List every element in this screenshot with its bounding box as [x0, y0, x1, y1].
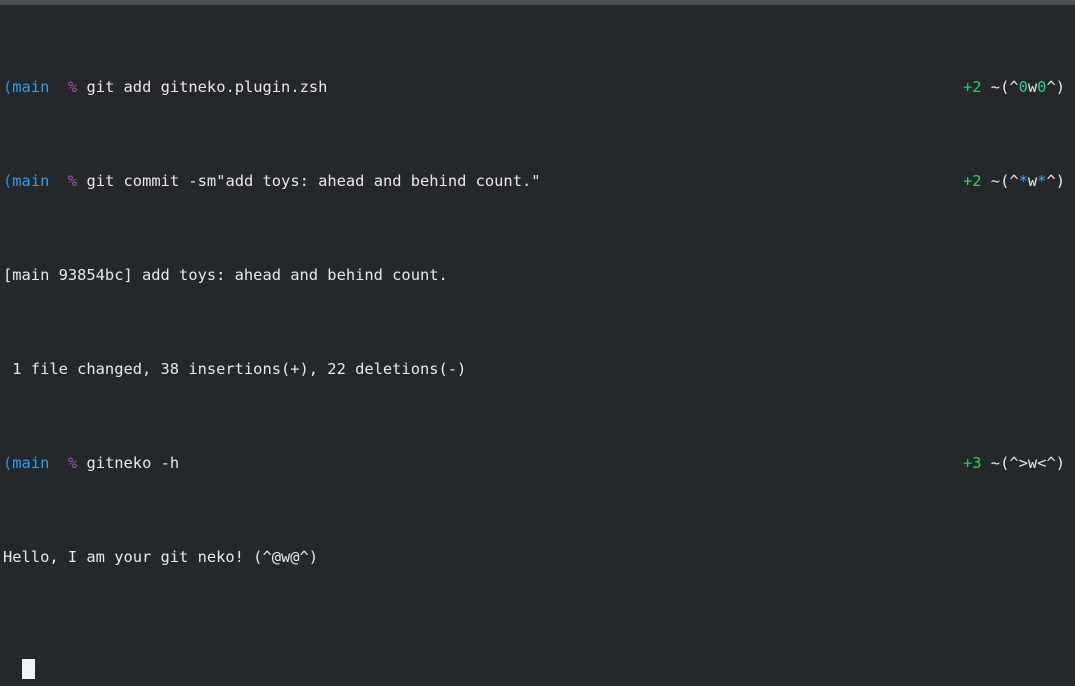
prompt-symbol: %	[67, 172, 78, 191]
neko-face-mid: w	[1027, 78, 1038, 97]
prompt-branch: main	[12, 78, 50, 97]
terminal-line-gitneko-h: (main % gitneko -h +3 ~(^>w<^)	[0, 454, 1075, 473]
neko-eye-left: *	[1018, 172, 1028, 191]
line-content: (main % git commit -sm"add toys: ahead a…	[3, 172, 541, 191]
command-text: git commit -sm"add toys: ahead and behin…	[86, 172, 541, 191]
neko-face-post: ^)	[1046, 454, 1065, 473]
prompt-symbol: %	[67, 78, 78, 97]
text-cursor[interactable]	[22, 659, 35, 679]
prompt-open-paren: (	[3, 172, 13, 191]
neko-face-pre: ~(^	[990, 78, 1019, 97]
ahead-count: +2	[962, 78, 982, 97]
neko-face-mid: w	[1027, 454, 1038, 473]
prompt-gap	[49, 172, 68, 190]
status-right-row2: +2 ~(^*w*^)	[963, 172, 1065, 191]
command-text: git add gitneko.plugin.zsh	[86, 78, 328, 97]
ahead-count: +2	[962, 172, 982, 191]
prompt-symbol: %	[67, 454, 78, 473]
status-right-row1: +2 ~(^0w0^)	[963, 78, 1065, 97]
prompt-gap	[49, 78, 68, 96]
neko-eye-left: 0	[1018, 78, 1028, 97]
prompt-open-paren: (	[3, 454, 13, 473]
terminal-line-commit-result: [main 93854bc] add toys: ahead and behin…	[0, 266, 1075, 285]
command-text: gitneko -h	[86, 454, 180, 473]
hello-text: Hello, I am your git neko! (^@w@^)	[3, 548, 319, 567]
prompt-gap	[49, 454, 68, 472]
neko-face-post: ^)	[1046, 78, 1065, 97]
neko-face-pre: ~(^	[990, 454, 1019, 473]
neko-eye-left: >	[1018, 454, 1028, 473]
prompt-branch: main	[12, 454, 50, 473]
status-right-row5: +3 ~(^>w<^)	[963, 454, 1065, 473]
line-content: (main % git add gitneko.plugin.zsh	[3, 78, 327, 97]
neko-face-post: ^)	[1046, 172, 1065, 191]
line-content: (main % gitneko -h	[3, 454, 179, 473]
terminal-line-commit-stats: 1 file changed, 38 insertions(+), 22 del…	[0, 360, 1075, 379]
terminal-line-hello: Hello, I am your git neko! (^@w@^)	[0, 548, 1075, 567]
terminal-line-git-commit: (main % git commit -sm"add toys: ahead a…	[0, 172, 1075, 191]
prompt-branch: main	[12, 172, 50, 191]
prompt-open-paren: (	[3, 78, 13, 97]
neko-face-mid: w	[1027, 172, 1038, 191]
commit-stats-text: 1 file changed, 38 insertions(+), 22 del…	[3, 360, 467, 379]
commit-result-text: [main 93854bc] add toys: ahead and behin…	[3, 266, 448, 285]
terminal-line-git-add: (main % git add gitneko.plugin.zsh +2 ~(…	[0, 78, 1075, 97]
ahead-count: +3	[962, 454, 982, 473]
terminal-screen[interactable]: (main % git add gitneko.plugin.zsh +2 ~(…	[0, 3, 1075, 686]
terminal-window[interactable]: (main % git add gitneko.plugin.zsh +2 ~(…	[0, 0, 1075, 686]
neko-face-pre: ~(^	[990, 172, 1019, 191]
